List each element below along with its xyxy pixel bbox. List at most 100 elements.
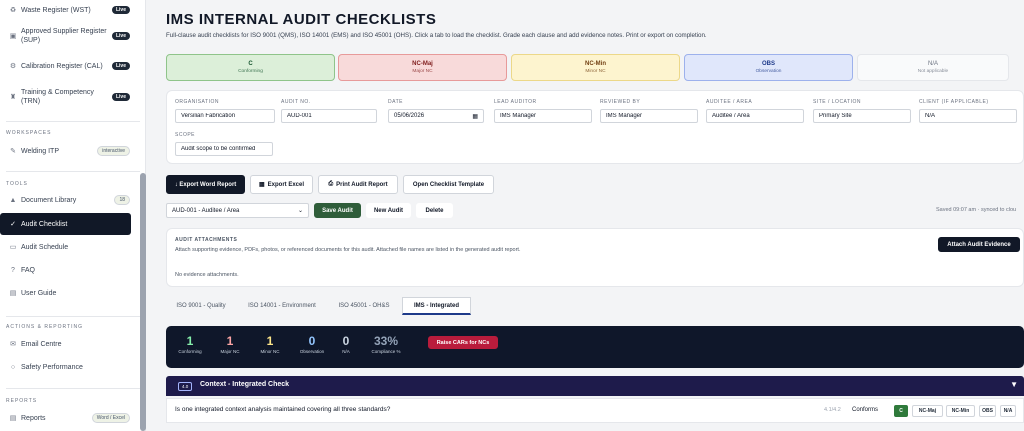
stat-label: Compliance % (371, 349, 401, 354)
auditee-input[interactable] (706, 109, 804, 123)
sidebar-item-supplier-register[interactable]: ▣ Approved Supplier Register (SUP) Live (0, 26, 146, 46)
grade-obs-button[interactable]: OBS (979, 405, 996, 417)
stat-value: 1 (226, 334, 234, 348)
export-word-button[interactable]: ↓ Export Word Report (166, 175, 245, 194)
grade-description: Conforming (238, 69, 263, 74)
grade-c-button[interactable]: C (894, 405, 908, 417)
collapse-toggle-icon[interactable]: ▼ (1010, 380, 1018, 389)
grade-description: Major NC (412, 69, 433, 74)
sidebar-item-faq[interactable]: ? FAQ (0, 263, 146, 277)
clause-ref: 4.1/4.2 (824, 407, 841, 413)
open-template-button[interactable]: Open Checklist Template (403, 175, 494, 194)
attachments-heading: AUDIT ATTACHMENTS (175, 237, 238, 243)
grade-na-button[interactable]: N/A (1000, 405, 1016, 417)
audit-details-card: ORGANISATION AUDIT NO. DATE 05/06/2026 ▦… (166, 90, 1024, 164)
scope-label: SCOPE (175, 132, 196, 138)
sidebar-item-audit-schedule[interactable]: ▭ Audit Schedule (0, 240, 146, 254)
recycle-icon: ♻ (9, 7, 17, 14)
supplier-icon: ▣ (9, 33, 17, 40)
delete-button[interactable]: Delete (416, 203, 453, 218)
sidebar-item-calibration-register[interactable]: ⚙ Calibration Register (CAL) Live (0, 56, 146, 76)
save-audit-button[interactable]: Save Audit (314, 203, 361, 218)
sidebar-item-email-centre[interactable]: ✉ Email Centre (0, 337, 146, 351)
mail-icon: ✉ (10, 341, 16, 348)
question-text: Is one integrated context analysis maint… (175, 406, 391, 413)
sidebar-item-waste-register[interactable]: ♻ Waste Register (WST) Live (0, 3, 146, 17)
sidebar-item-safety-performance[interactable]: ○ Safety Performance (0, 360, 146, 374)
book-icon: ▤ (9, 290, 17, 297)
grade-legend-nc-min: NC-Min Minor NC (511, 54, 680, 81)
training-icon: ♜ (9, 94, 17, 101)
export-excel-button[interactable]: ▦ Export Excel (250, 175, 313, 194)
tab-iso-9001[interactable]: ISO 9001 - Quality (166, 297, 236, 315)
grade-code: NC-Min (585, 61, 606, 67)
divider (6, 121, 140, 122)
sidebar-item-reports[interactable]: ▤ Reports Word / Excel (0, 411, 146, 425)
live-badge: Live (111, 93, 130, 101)
sidebar-item-welding-itp[interactable]: ✎ Welding ITP interactive (0, 144, 146, 158)
auditee-label: AUDITEE / AREA (706, 99, 753, 105)
stat-label: Major NC (220, 349, 240, 354)
page-subtitle: Full-clause audit checklists for ISO 900… (166, 32, 707, 39)
count-badge: 18 (114, 195, 130, 205)
question-row: Is one integrated context analysis maint… (166, 398, 1024, 423)
grade-description: Not applicable (917, 69, 949, 74)
live-badge: Live (111, 32, 130, 40)
audit-select[interactable]: AUD-001 - Auditee / Area ⌄ (166, 203, 309, 218)
tab-ims-integrated[interactable]: IMS - Integrated (402, 297, 471, 315)
workspaces-heading: WORKSPACES (6, 130, 52, 136)
audit-no-label: AUDIT NO. (281, 99, 311, 105)
print-icon: ⎙ (328, 181, 334, 187)
attachments-empty: No evidence attachments. (175, 272, 239, 278)
attach-evidence-button[interactable]: Attach Audit Evidence (938, 237, 1020, 252)
sidebar-item-document-library[interactable]: ▲ Document Library 18 (0, 193, 146, 207)
raise-cars-button[interactable]: Raise CARs for NCs (428, 336, 498, 349)
grade-description: Minor NC (585, 69, 606, 74)
client-label: CLIENT (IF APPLICABLE) (919, 99, 989, 105)
new-audit-button[interactable]: New Audit (366, 203, 411, 218)
category-title: Context - Integrated Check (200, 381, 290, 388)
calendar-icon: ▭ (9, 244, 17, 251)
report-icon: ▤ (9, 415, 17, 422)
lead-auditor-input[interactable] (494, 109, 592, 123)
calibration-icon: ⚙ (9, 63, 17, 70)
live-badge: Live (111, 6, 130, 14)
client-input[interactable] (919, 109, 1017, 123)
reviewed-by-input[interactable] (600, 109, 698, 123)
audit-select-value: AUD-001 - Auditee / Area (172, 207, 240, 214)
library-icon: ▲ (9, 196, 17, 204)
scope-input[interactable] (175, 142, 273, 156)
sidebar-item-user-guide[interactable]: ▤ User Guide (0, 286, 146, 300)
audit-no-input[interactable] (281, 109, 377, 123)
tab-iso-14001[interactable]: ISO 14001 - Environment (239, 297, 325, 315)
actions-heading: ACTIONS & REPORTING (6, 324, 83, 330)
stat-label: Conforming (178, 349, 202, 354)
saved-status: Saved 09:07 am · synced to clou (936, 207, 1017, 213)
sidebar-item-audit-checklist[interactable]: ✓ Audit Checklist (0, 213, 131, 235)
print-report-button[interactable]: ⎙ Print Audit Report (318, 175, 398, 194)
welding-icon: ✎ (10, 148, 16, 155)
calendar-icon[interactable]: ▦ (472, 113, 478, 120)
grade-nc-maj-button[interactable]: NC-Maj (912, 405, 943, 417)
question-icon: ? (11, 266, 15, 274)
stat-label: Minor NC (260, 349, 280, 354)
grade-code: C (248, 61, 253, 67)
word-excel-badge: Word / Excel (91, 413, 130, 423)
divider (6, 171, 140, 172)
date-value: 05/06/2026 (394, 113, 425, 119)
sidebar: ♻ Waste Register (WST) Live ▣ Approved S… (0, 0, 146, 431)
site-input[interactable] (813, 109, 911, 123)
sidebar-item-training[interactable]: ♜ Training & Competency (TRN) Live (0, 87, 146, 107)
category-header[interactable]: 4.0 Context - Integrated Check ▼ (166, 376, 1024, 396)
print-report-label: Print Audit Report (336, 181, 388, 188)
stat-value: 1 (266, 334, 274, 348)
interactive-badge: interactive (97, 146, 130, 156)
grade-nc-min-button[interactable]: NC-Min (946, 405, 975, 417)
category-number: 4.0 (178, 382, 193, 391)
tab-iso-45001[interactable]: ISO 45001 - OH&S (328, 297, 400, 315)
attachments-description: Attach supporting evidence, PDFs, photos… (175, 247, 521, 253)
date-input[interactable]: 05/06/2026 ▦ (388, 109, 484, 123)
grade-legend-obs: OBS Observation (684, 54, 853, 81)
organisation-input[interactable] (175, 109, 275, 123)
site-label: SITE / LOCATION (813, 99, 861, 105)
